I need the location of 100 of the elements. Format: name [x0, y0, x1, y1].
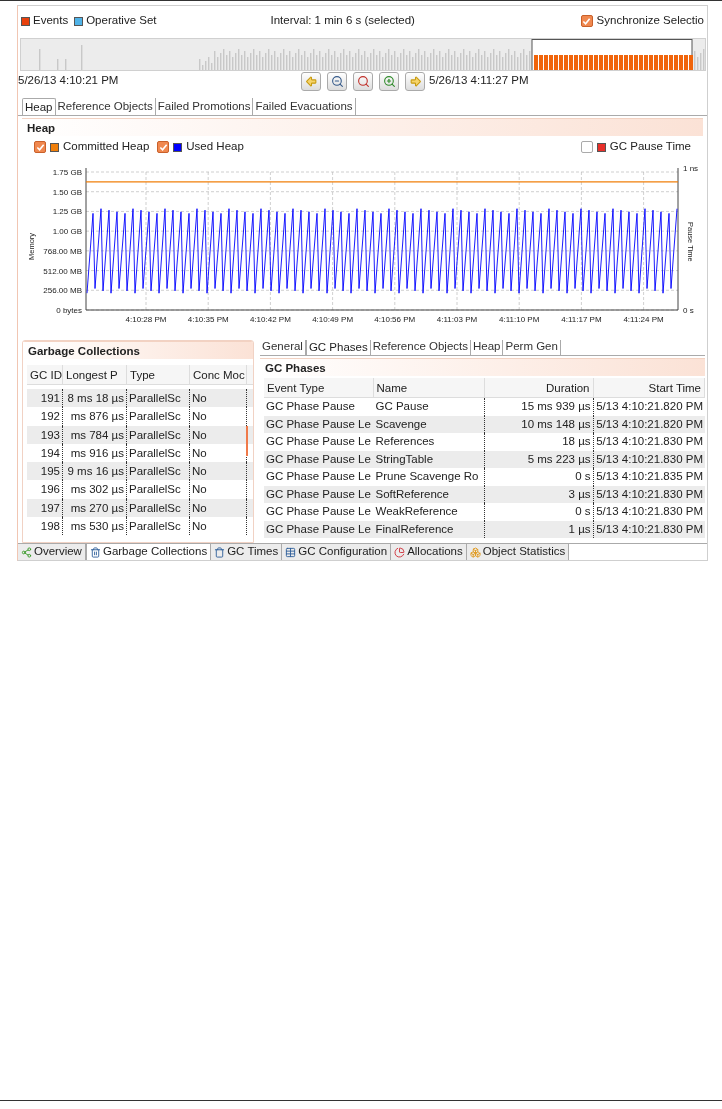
column-header[interactable]: Type	[127, 365, 190, 384]
table-cell-text: GC Phase Pause	[265, 399, 356, 414]
table-cell: References	[373, 433, 485, 451]
table-cell: 192	[27, 407, 63, 426]
series-label: GC Pause Time	[609, 139, 691, 155]
scroll-marker	[246, 426, 248, 456]
table-cell: 198	[27, 517, 63, 536]
y-tick-label: 512.00 MB	[43, 266, 82, 276]
legend-label: Operative Set	[86, 13, 157, 29]
tab[interactable]: General	[260, 340, 306, 355]
tab[interactable]: Overview	[18, 544, 86, 560]
column-header[interactable]: GC ID	[27, 365, 63, 384]
toolbar-button[interactable]	[379, 72, 399, 91]
series-label: Committed Heap	[63, 139, 150, 155]
table-cell-text: 5/13 4:10:21.830 PM	[595, 504, 704, 519]
right-tick-label: 1 ns	[683, 164, 699, 173]
x-tick-label: 4:11:24 PM	[623, 315, 664, 324]
x-tick-label: 4:10:28 PM	[125, 315, 167, 324]
table-cell-text: GC Phase Pause Le	[265, 469, 372, 484]
end-time: 5/26/13 4:11:27 PM	[429, 73, 529, 88]
synchronize-checkbox[interactable]	[580, 15, 593, 27]
toolbar-button[interactable]	[301, 72, 321, 91]
column-header[interactable]: Name	[373, 378, 485, 397]
table-cell-text: 5/13 4:10:21.830 PM	[595, 486, 704, 502]
y-tick-label: 256.00 MB	[43, 286, 82, 296]
table-cell: FinalReference	[373, 520, 485, 538]
search-icon	[356, 75, 370, 88]
right-tick-label: 0 s	[683, 306, 694, 315]
y-tick-label: 1.75 GB	[52, 168, 82, 177]
table-cell: ms 530 µs	[63, 517, 127, 536]
y-tick-label: 1.50 GB	[52, 187, 82, 197]
series-checkbox[interactable]	[580, 141, 593, 153]
tab[interactable]: Reference Objects	[370, 340, 471, 355]
table-cell: 0 s	[485, 468, 594, 486]
panel-header: GC Phases	[260, 358, 705, 376]
tab[interactable]: GC Phases	[305, 340, 371, 355]
toolbar-button[interactable]	[327, 72, 347, 91]
tab[interactable]: Reference Objects	[55, 98, 156, 115]
tab[interactable]: Perm Gen	[503, 340, 561, 355]
table-cell-text: 5/13 4:10:21.820 PM	[595, 416, 704, 432]
column-header[interactable]: Longest P	[63, 365, 127, 384]
table-cell-text: 5/13 4:10:21.835 PM	[595, 469, 704, 484]
x-tick-label: 4:11:10 PM	[499, 315, 540, 324]
interval-label: Interval: 1 min 6 s (selected)	[270, 13, 415, 29]
y-tick-label: 768.00 MB	[43, 246, 82, 256]
toolbar-button[interactable]	[353, 72, 373, 91]
tab[interactable]: Garbage Collections	[85, 544, 212, 560]
x-tick-label: 4:10:56 PM	[374, 315, 416, 324]
panel-header: Garbage Collections	[23, 341, 253, 359]
table-cell-text: GC Phase Pause Le	[265, 504, 372, 519]
series-checkbox[interactable]	[157, 141, 170, 153]
zoom-out-icon	[330, 75, 344, 88]
table-cell-text: GC Phase Pause Le	[265, 416, 372, 432]
table-cell: 196	[27, 480, 63, 499]
column-header[interactable]: Event Type	[264, 378, 374, 397]
table-cell: Prune Scavenge Ro	[373, 468, 485, 486]
table-cell-text: 5/13 4:10:21.830 PM	[595, 521, 704, 537]
tab[interactable]: Heap	[22, 98, 56, 115]
trash-icon	[89, 546, 101, 558]
table-cell: ms 876 µs	[63, 407, 127, 426]
table-cell: ParallelSc	[127, 425, 190, 444]
event-timeline-drawing[interactable]	[20, 38, 706, 71]
tab[interactable]: Failed Promotions	[155, 98, 254, 115]
table-cell: ParallelSc	[127, 480, 190, 499]
table-cell: 1 µs	[485, 520, 594, 538]
table-cell: No	[190, 480, 247, 499]
column-header[interactable]: Conc Moc	[190, 365, 247, 384]
table-cell: GC Pause	[373, 398, 485, 416]
table-cell-text: 5/13 4:10:21.830 PM	[595, 434, 704, 449]
column-header[interactable]: Duration	[485, 378, 594, 397]
table-cell-text: GC Phase Pause Le	[265, 434, 372, 449]
trash-icon	[214, 546, 226, 558]
panel-header: Heap	[22, 118, 703, 136]
series-checkbox[interactable]	[34, 141, 46, 153]
table-cell: ParallelSc	[127, 517, 190, 536]
y-tick-label: 1.25 GB	[52, 207, 82, 217]
tab[interactable]: GC Times	[211, 544, 283, 560]
tab[interactable]: GC Configuration	[282, 544, 392, 560]
table-cell: ParallelSc	[127, 407, 190, 426]
tab[interactable]: Failed Evacuations	[253, 98, 356, 115]
table-cell: 193	[27, 425, 63, 444]
right-arrow-icon	[408, 75, 422, 88]
checkbox-label: Synchronize Selectio	[596, 13, 704, 29]
tab[interactable]: Object Statistics	[466, 544, 570, 560]
table-cell-text: GC Phase Pause Le	[265, 521, 372, 537]
tab[interactable]: Allocations	[391, 544, 467, 560]
table-cell: 15 ms 939 µs	[485, 398, 594, 416]
legend-label: Events	[33, 13, 69, 29]
x-tick-label: 4:10:35 PM	[187, 315, 229, 324]
toolbar-button[interactable]	[405, 72, 425, 91]
y-tick-label: 0 bytes	[56, 306, 82, 315]
table-cell: No	[190, 517, 247, 536]
column-header[interactable]: Start Time	[593, 378, 705, 397]
series-label: Used Heap	[186, 139, 244, 155]
x-tick-label: 4:11:17 PM	[561, 315, 602, 324]
y-tick-label: 1.00 GB	[52, 227, 82, 237]
table-cell: ms 302 µs	[63, 480, 127, 499]
table-cell: ms 784 µs	[63, 425, 127, 444]
tab[interactable]: Heap	[471, 340, 504, 355]
table-cell-text: GC Phase Pause Le	[265, 451, 372, 467]
